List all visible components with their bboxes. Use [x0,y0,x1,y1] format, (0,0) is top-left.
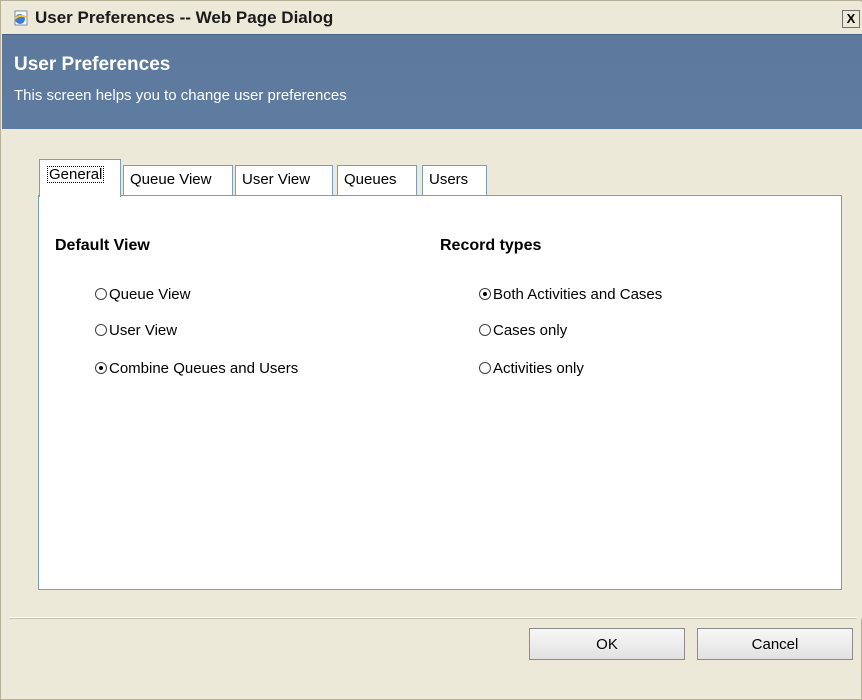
tab-label: Queue View [130,171,212,188]
page-subtitle: This screen helps you to change user pre… [14,87,347,104]
radio-label: Cases only [493,321,568,339]
tab-user-view[interactable]: User View [235,165,333,195]
title-bar[interactable]: User Preferences -- Web Page Dialog X [2,2,862,34]
ok-button[interactable]: OK [529,628,685,660]
radio-icon[interactable] [95,324,107,336]
radio-label: Queue View [109,285,191,303]
tab-label: General [46,165,105,184]
radio-label: Both Activities and Cases [493,285,663,303]
close-icon: X [846,11,856,26]
window-title: User Preferences -- Web Page Dialog [35,8,334,27]
radio-activities-only[interactable]: Activities only [479,358,584,378]
radio-icon-checked[interactable] [95,362,107,374]
header-banner: User Preferences This screen helps you t… [2,34,862,130]
content-area: General Queue View User View Queues User… [2,129,862,619]
radio-label: Activities only [493,359,584,377]
tab-queues[interactable]: Queues [337,165,417,195]
radio-both-activities-cases[interactable]: Both Activities and Cases [479,284,662,304]
general-panel: Default View Queue View User View Combin… [38,195,842,590]
default-view-heading: Default View [55,237,150,254]
radio-icon[interactable] [479,362,491,374]
radio-combine-queues-users[interactable]: Combine Queues and Users [95,358,298,378]
tab-users[interactable]: Users [422,165,487,195]
dialog-window: User Preferences -- Web Page Dialog X Us… [0,0,862,700]
radio-icon[interactable] [479,324,491,336]
footer-divider [9,617,857,619]
radio-label: Combine Queues and Users [109,359,299,377]
tab-label: Users [429,171,469,188]
radio-cases-only[interactable]: Cases only [479,320,567,340]
radio-icon-checked[interactable] [479,288,491,300]
tab-label: User View [242,171,311,188]
tab-queue-view[interactable]: Queue View [123,165,233,195]
record-types-heading: Record types [440,237,542,254]
tab-general[interactable]: General [39,159,121,197]
radio-queue-view[interactable]: Queue View [95,284,190,304]
radio-icon[interactable] [95,288,107,300]
tab-label: Queues [344,171,397,188]
ie-page-icon [14,10,28,26]
page-title: User Preferences [14,54,171,75]
radio-user-view[interactable]: User View [95,320,177,340]
cancel-button[interactable]: Cancel [697,628,853,660]
close-button[interactable]: X [842,10,860,28]
radio-label: User View [109,321,178,339]
